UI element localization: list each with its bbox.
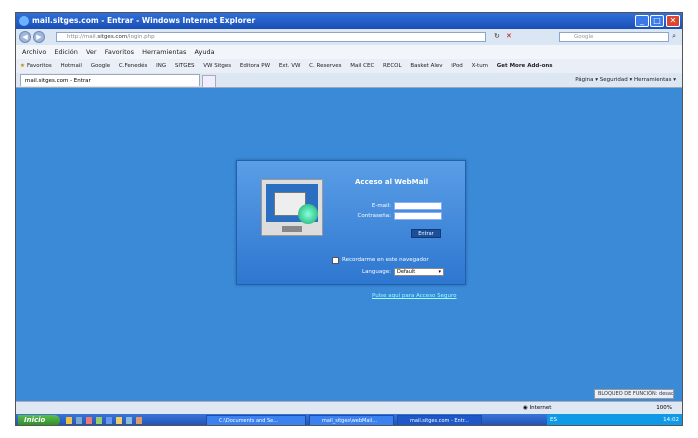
start-button[interactable]: Inicio xyxy=(18,415,60,425)
menu-item[interactable]: Edición xyxy=(54,48,78,56)
minimize-button[interactable]: _ xyxy=(635,15,649,27)
address-bar-row: ◀ ▶ http://mail.sitges.com/login.php ↻ ✕… xyxy=(16,29,682,45)
favorite-link[interactable]: C.Fenedés xyxy=(119,63,147,69)
menu-item[interactable]: Ver xyxy=(86,48,97,56)
monitor-stand xyxy=(282,226,302,232)
zoom-level[interactable]: 100% xyxy=(656,402,672,414)
monitor-mail-icon xyxy=(261,179,323,236)
chevron-down-icon: ▾ xyxy=(438,269,441,275)
quicklaunch-icon[interactable] xyxy=(136,417,142,424)
quicklaunch-icon[interactable] xyxy=(106,417,112,424)
new-tab-button[interactable] xyxy=(202,75,216,88)
remember-label: Recordarme en este navegador xyxy=(342,257,429,263)
favorite-link[interactable]: Hotmail xyxy=(61,63,82,69)
browser-window: mail.sitges.com - Entrar - Windows Inter… xyxy=(15,12,683,426)
password-field[interactable] xyxy=(394,212,442,220)
favorite-link[interactable]: C. Reserves xyxy=(309,63,341,69)
quicklaunch-icon[interactable] xyxy=(76,417,82,424)
menu-item[interactable]: Ayuda xyxy=(194,48,214,56)
favorites-bar: ★ Favoritos Hotmail Google C.Fenedés ING … xyxy=(16,59,682,73)
login-title: Acceso al WebMail xyxy=(355,178,429,186)
window-title: mail.sitges.com - Entrar - Windows Inter… xyxy=(32,16,256,25)
tab-label: mail.sitges.com - Entrar xyxy=(25,78,91,84)
language-value: Default xyxy=(397,269,416,275)
menu-item[interactable]: Archivo xyxy=(22,48,46,56)
login-button[interactable]: Entrar xyxy=(411,229,441,238)
favorite-link[interactable]: VW Sitges xyxy=(203,63,231,69)
search-input[interactable]: Google xyxy=(559,32,669,42)
favorite-link[interactable]: Google xyxy=(91,63,110,69)
password-label: Contraseña: xyxy=(357,213,391,219)
globe-icon: ◉ xyxy=(523,405,528,411)
refresh-icon[interactable]: ↻ xyxy=(494,32,500,40)
favorite-link[interactable]: Get More Add-ons xyxy=(497,63,553,69)
quicklaunch-icon[interactable] xyxy=(126,417,132,424)
forward-button[interactable]: ▶ xyxy=(33,31,45,43)
title-bar: mail.sitges.com - Entrar - Windows Inter… xyxy=(16,13,682,29)
quicklaunch-icon[interactable] xyxy=(96,417,102,424)
popup-blocker-notice[interactable]: BLOQUEO DE FUNCIÓN: desactivado xyxy=(594,389,674,399)
star-icon: ★ xyxy=(20,63,25,69)
login-panel: Acceso al WebMail E-mail: Contraseña: En… xyxy=(236,160,466,285)
search-icon[interactable]: ⌕ xyxy=(672,32,676,41)
email-label: E-mail: xyxy=(371,203,391,209)
ie-icon xyxy=(19,16,29,26)
back-button[interactable]: ◀ xyxy=(19,31,31,43)
taskbar-item[interactable]: C:\Documents and Se... xyxy=(206,415,306,425)
clock: 14:02 xyxy=(663,417,679,423)
favorite-link[interactable]: Mail CEC xyxy=(350,63,374,69)
favorite-link[interactable]: SITGES xyxy=(175,63,195,69)
favorite-link[interactable]: iPod xyxy=(451,63,463,69)
quicklaunch-icon[interactable] xyxy=(116,417,122,424)
tab-webmail[interactable]: mail.sitges.com - Entrar xyxy=(20,74,200,86)
favorite-link[interactable]: X-tum xyxy=(472,63,488,69)
secure-access-link[interactable]: Pulse aquí para Acceso Seguro xyxy=(372,293,457,299)
favorite-link[interactable]: Basket Alev xyxy=(410,63,442,69)
favorite-link[interactable]: Editora PW xyxy=(240,63,270,69)
taskbar-item[interactable]: mail.sitges.com - Entr... xyxy=(397,415,482,425)
url-prefix: http://mail. xyxy=(67,34,98,40)
close-button[interactable]: ✕ xyxy=(666,15,680,27)
email-field[interactable] xyxy=(394,202,442,210)
tab-bar: mail.sitges.com - Entrar Página ▾ Seguri… xyxy=(16,73,682,88)
url-path: /login.php xyxy=(127,34,155,40)
favorite-link[interactable]: Ext. VW xyxy=(279,63,301,69)
quicklaunch-icon[interactable] xyxy=(86,417,92,424)
menu-bar: Archivo Edición Ver Favoritos Herramient… xyxy=(16,45,682,59)
quicklaunch-icon[interactable] xyxy=(66,417,72,424)
monitor-screen xyxy=(266,184,318,224)
maximize-button[interactable]: □ xyxy=(650,15,664,27)
command-bar[interactable]: Página ▾ Seguridad ▾ Herramientas ▾ xyxy=(575,73,676,87)
taskbar-item[interactable]: mail_sitges\webMail... xyxy=(309,415,394,425)
zone-label: Internet xyxy=(529,405,552,411)
language-indicator[interactable]: ES xyxy=(550,414,557,425)
status-bar: ◉ Internet 100% xyxy=(16,401,682,414)
system-tray: ES 14:02 xyxy=(547,414,682,425)
stop-icon[interactable]: ✕ xyxy=(506,32,512,40)
remember-checkbox[interactable] xyxy=(332,257,339,264)
globe-icon xyxy=(298,204,318,224)
favorite-link[interactable]: ING xyxy=(156,63,166,69)
menu-item[interactable]: Herramientas xyxy=(142,48,186,56)
language-label: Language: xyxy=(362,269,391,275)
zone-indicator: ◉ Internet xyxy=(523,402,551,414)
language-select[interactable]: Default ▾ xyxy=(394,268,444,276)
menu-item[interactable]: Favoritos xyxy=(105,48,134,56)
favorites-button[interactable]: Favoritos xyxy=(27,63,52,69)
address-input[interactable]: http://mail.sitges.com/login.php xyxy=(56,32,486,42)
favorite-link[interactable]: RECOL xyxy=(383,63,402,69)
taskbar: Inicio C:\Documents and Se... mail_sitge… xyxy=(16,414,682,425)
url-domain: sitges.com xyxy=(97,34,128,40)
page-content: Acceso al WebMail E-mail: Contraseña: En… xyxy=(16,88,682,401)
